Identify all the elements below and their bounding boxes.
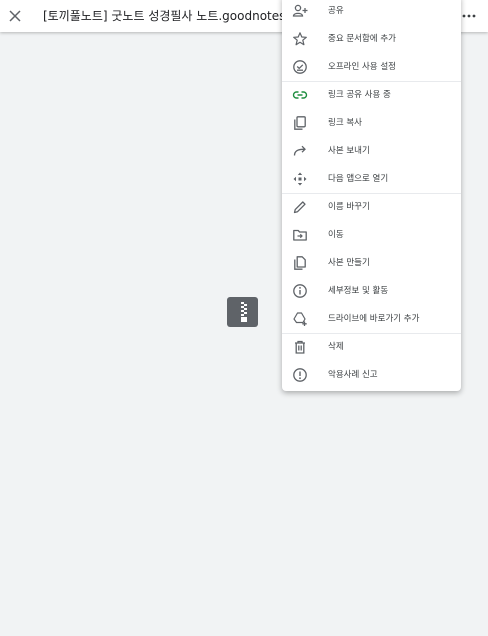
trash-icon	[295, 340, 305, 354]
menu-item-delete[interactable]: 삭제	[282, 334, 461, 360]
menu-item-star[interactable]: 중요 문서함에 추가	[282, 26, 461, 52]
menu-item-label: 이동	[328, 230, 344, 240]
close-icon	[9, 10, 21, 22]
menu-item-label: 이름 바꾸기	[328, 202, 370, 212]
drive-shortcut-icon	[293, 312, 307, 326]
menu-item-open-with[interactable]: 다음 앱으로 열기	[282, 166, 461, 192]
report-icon	[293, 368, 307, 382]
menu-item-label: 오프라인 사용 설정	[328, 62, 396, 72]
copy-icon	[294, 116, 306, 130]
link-icon	[292, 91, 308, 99]
menu-item-label: 세부정보 및 활동	[328, 286, 389, 296]
menu-item-label: 드라이브에 바로가기 추가	[328, 314, 420, 324]
menu-item-label: 중요 문서함에 추가	[328, 34, 396, 44]
file-copy-icon	[294, 256, 306, 270]
menu-item-add-shortcut[interactable]: 드라이브에 바로가기 추가	[282, 306, 461, 332]
menu-item-label: 링크 공유 사용 중	[328, 90, 391, 100]
menu-item-move[interactable]: 이동	[282, 222, 461, 248]
more-options-button[interactable]	[458, 5, 480, 27]
menu-item-rename[interactable]: 이름 바꾸기	[282, 194, 461, 220]
pencil-icon	[293, 201, 306, 214]
close-button[interactable]	[4, 5, 26, 27]
context-menu: 공유 중요 문서함에 추가 오프라인 사용 설정 링크 공유 사용 중 링크 복…	[282, 0, 461, 391]
offline-check-icon	[293, 60, 307, 74]
forward-arrow-icon	[293, 145, 306, 156]
move-folder-icon	[293, 229, 307, 241]
star-icon	[293, 32, 307, 46]
menu-item-label: 사본 보내기	[328, 146, 370, 156]
more-horizontal-icon	[462, 14, 476, 18]
menu-item-send-copy[interactable]: 사본 보내기	[282, 138, 461, 164]
info-icon	[293, 284, 307, 298]
menu-item-report-abuse[interactable]: 악용사례 신고	[282, 362, 461, 388]
menu-item-label: 사본 만들기	[328, 258, 370, 268]
menu-item-copy-link[interactable]: 링크 복사	[282, 110, 461, 136]
menu-item-make-copy[interactable]: 사본 만들기	[282, 250, 461, 276]
zip-file-icon	[227, 297, 258, 327]
menu-item-details[interactable]: 세부정보 및 활동	[282, 278, 461, 304]
menu-item-label: 링크 복사	[328, 118, 362, 128]
open-with-icon	[293, 172, 307, 186]
menu-item-share[interactable]: 공유	[282, 0, 461, 24]
menu-item-label: 공유	[328, 6, 344, 16]
menu-item-label: 다음 앱으로 열기	[328, 174, 389, 184]
person-add-icon	[292, 4, 308, 17]
file-title: [토끼풀노트] 굿노트 성경필사 노트.goodnotes	[43, 9, 286, 23]
menu-item-link-sharing[interactable]: 링크 공유 사용 중	[282, 82, 461, 108]
menu-item-label: 삭제	[328, 342, 344, 352]
menu-item-offline[interactable]: 오프라인 사용 설정	[282, 54, 461, 80]
menu-item-label: 악용사례 신고	[328, 370, 378, 380]
